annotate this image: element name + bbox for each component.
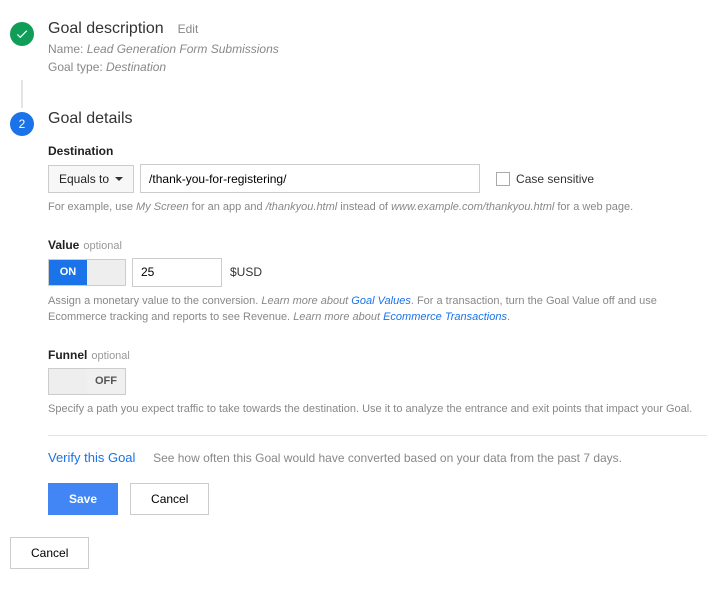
destination-label: Destination (48, 144, 707, 158)
ecommerce-transactions-link[interactable]: Ecommerce Transactions (383, 311, 507, 323)
value-toggle[interactable]: ON OFF (48, 259, 126, 286)
funnel-toggle[interactable]: ON OFF (48, 368, 126, 395)
cancel-button[interactable]: Cancel (130, 483, 209, 515)
step-title: Goal details (48, 110, 133, 127)
verify-help: See how often this Goal would have conve… (153, 451, 622, 465)
step-details: 2 Goal details (10, 110, 707, 136)
destination-input[interactable] (140, 164, 480, 193)
step-connector (21, 80, 23, 108)
goal-name-meta: Name: Lead Generation Form Submissions (48, 42, 707, 56)
match-type-dropdown[interactable]: Equals to (48, 165, 134, 193)
step-description: Goal description Edit Name: Lead Generat… (10, 20, 707, 74)
case-sensitive-checkbox[interactable] (496, 172, 510, 186)
destination-help: For example, use My Screen for an app an… (48, 199, 707, 216)
value-amount-input[interactable] (132, 258, 222, 287)
verify-row: Verify this Goal See how often this Goal… (48, 450, 707, 465)
case-sensitive-label: Case sensitive (516, 172, 594, 186)
funnel-help: Specify a path you expect traffic to tak… (48, 401, 707, 418)
step-title: Goal description (48, 20, 164, 38)
check-circle-icon (10, 22, 34, 46)
currency-label: $USD (230, 265, 262, 279)
value-label: Valueoptional (48, 238, 707, 252)
goal-type-meta: Goal type: Destination (48, 60, 707, 74)
divider (48, 435, 707, 436)
funnel-label: Funneloptional (48, 348, 707, 362)
goal-values-link[interactable]: Goal Values (351, 295, 411, 307)
save-button[interactable]: Save (48, 483, 118, 515)
step-number-icon: 2 (10, 112, 34, 136)
value-help: Assign a monetary value to the conversio… (48, 293, 707, 326)
edit-link[interactable]: Edit (178, 22, 199, 36)
caret-down-icon (115, 177, 123, 181)
verify-goal-link[interactable]: Verify this Goal (48, 450, 135, 465)
footer-cancel-button[interactable]: Cancel (10, 537, 89, 569)
